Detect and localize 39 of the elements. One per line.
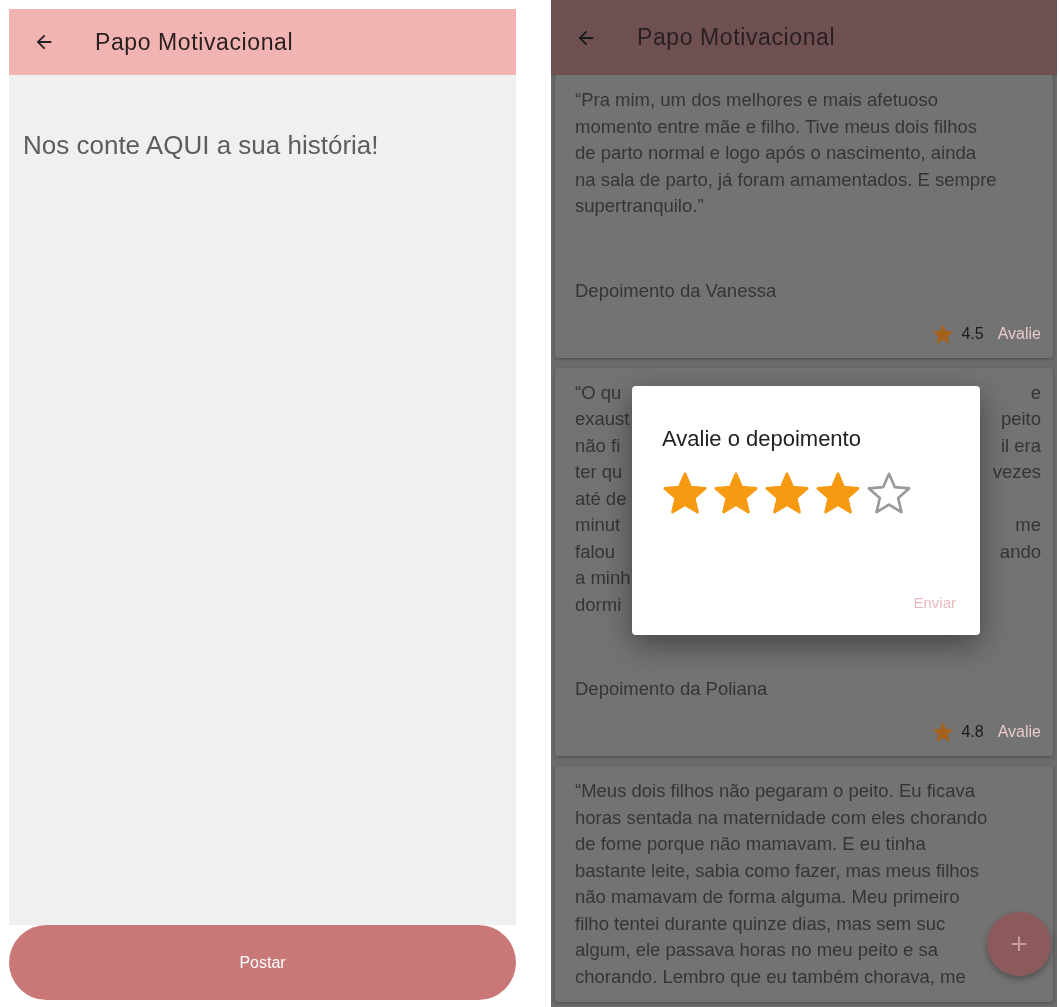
rating-value: 4.5 bbox=[961, 324, 984, 343]
quote-line: de fome porque não mamavam. E eu tinha bbox=[575, 832, 926, 856]
quote-fragment: não fi bbox=[575, 433, 621, 458]
quote-fragment: a minh bbox=[575, 566, 631, 590]
rating-value: 4.8 bbox=[961, 723, 984, 741]
quote-line: “Meus dois filhos não pegaram o peito. Eu ficava bbox=[575, 779, 976, 803]
dialog-title: Avalie o depoimento bbox=[662, 426, 862, 452]
star-icon[interactable] bbox=[815, 470, 861, 516]
quote-fragment: dormi bbox=[575, 592, 622, 617]
quote-fragment: ter qu bbox=[575, 460, 623, 484]
quote-fragment: minut bbox=[575, 513, 621, 537]
quote-fragment: exaust bbox=[575, 407, 630, 431]
testimonial-quote: “Pra mim, um dos melhores e mais afetuoso momento entre mãe e filho. Tive meus dois filhos de parto normal e logo após o nascimento, ainda na sala de parto, já foram amamentados. E sempre supertranquilo.” bbox=[575, 88, 998, 218]
quote-line: filho tentei durante quinze dias, mas sem suc bbox=[575, 911, 946, 936]
quote-fragment: me bbox=[1015, 513, 1041, 537]
quote-fragment: ando bbox=[999, 539, 1041, 564]
star-icon[interactable] bbox=[866, 470, 912, 516]
quote-fragment: vezes bbox=[992, 460, 1041, 484]
testimonial-author: Depoimento da Vanessa bbox=[575, 279, 778, 302]
quote-line: bastante leite, sabia como fazer, mas meus filhos bbox=[575, 858, 980, 883]
quote-fragment: peito bbox=[1000, 407, 1041, 431]
star-icon[interactable] bbox=[662, 470, 708, 516]
quote-fragment: “O qu bbox=[575, 380, 622, 405]
rate-link[interactable]: Avalie bbox=[997, 723, 1041, 741]
quote-line: chorando. Lembro que eu também chorava, me bbox=[575, 964, 966, 989]
quote-fragment: até de bbox=[575, 486, 627, 511]
screen-title: Papo Motivacional bbox=[637, 24, 836, 51]
quote-line: não mamavam de forma alguma. Meu primeiro bbox=[575, 885, 960, 909]
star-icon[interactable] bbox=[764, 470, 810, 516]
quote-fragment: e bbox=[1030, 380, 1041, 405]
screen-title: Papo Motivacional bbox=[95, 28, 294, 56]
submit-button[interactable]: Enviar bbox=[913, 590, 956, 615]
quote-fragment: falou bbox=[575, 539, 616, 564]
quote-line: horas sentada na maternidade com eles chorando bbox=[575, 805, 988, 830]
quote-line: algum, ele passava horas no meu peito e sa bbox=[575, 938, 939, 962]
rate-link[interactable]: Avalie bbox=[997, 324, 1041, 343]
star-icon[interactable] bbox=[713, 470, 759, 516]
story-input-field[interactable]: Nos conte AQUI a sua história! bbox=[9, 75, 516, 925]
testimonial-author: Depoimento da Poliana bbox=[575, 678, 769, 700]
